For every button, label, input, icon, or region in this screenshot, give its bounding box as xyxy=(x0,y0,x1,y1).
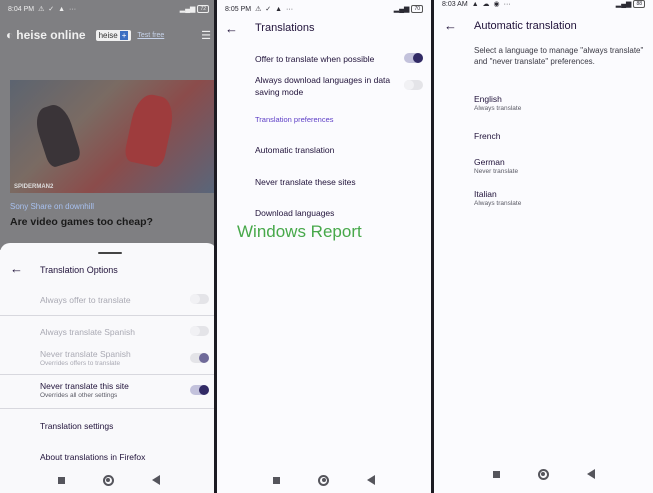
notification-icons: ⚠ ✓ ▲ xyxy=(38,6,67,13)
divider xyxy=(0,374,217,375)
download-languages-item[interactable]: Download languages xyxy=(255,208,334,218)
data-saving-toggle[interactable] xyxy=(404,80,423,90)
battery-icon: 72 xyxy=(197,5,209,13)
system-nav-bar xyxy=(434,461,653,487)
language-item-french[interactable]: French xyxy=(474,131,500,141)
home-button[interactable] xyxy=(102,474,114,486)
more-notifications-icon: ··· xyxy=(503,0,511,8)
article-image[interactable]: SPIDERMAN2 xyxy=(10,80,214,193)
page-title: Automatic translation xyxy=(474,20,577,32)
windows-report-watermark: Windows Report xyxy=(237,222,362,241)
divider xyxy=(0,315,217,316)
sheet-drag-handle[interactable] xyxy=(98,252,122,254)
offer-to-translate-setting[interactable]: Offer to translate when possible xyxy=(255,54,395,64)
notification-icons: ▲ ☁ ◉ xyxy=(471,1,501,8)
heise-logo-icon: ◐ xyxy=(6,28,14,42)
back-arrow-icon[interactable]: ← xyxy=(444,19,457,32)
figure-dark xyxy=(31,101,83,169)
menu-icon[interactable]: ☰ xyxy=(201,29,211,42)
article-kicker[interactable]: Sony Share on downhill xyxy=(10,202,94,211)
status-bar: 8:05 PM ⚠ ✓ ▲ ··· ▂▄▆ 70 xyxy=(217,0,431,18)
offer-to-translate-toggle[interactable] xyxy=(404,53,423,63)
home-button[interactable] xyxy=(537,468,549,480)
signal-icon: ▂▄▆ xyxy=(393,6,410,13)
battery-icon: 70 xyxy=(411,5,423,13)
never-translate-spanish-toggle[interactable] xyxy=(190,353,209,363)
never-translate-site-toggle[interactable] xyxy=(190,385,209,395)
back-arrow-icon[interactable]: ← xyxy=(225,22,238,35)
heise-plus-badge[interactable]: heise + xyxy=(95,29,132,41)
translation-options-sheet: ← Translation Options Always offer to tr… xyxy=(0,243,217,493)
firefox-translation-options-screen: 8:04 PM ⚠ ✓ ▲ ··· ▂▄▆ 72 ◐ heise online … xyxy=(0,0,217,493)
more-notifications-icon: ··· xyxy=(286,5,294,13)
section-header: Translation preferences xyxy=(255,115,334,124)
status-time: 8:05 PM xyxy=(225,5,252,13)
recents-button[interactable] xyxy=(273,476,280,484)
translations-settings-screen: 8:05 PM ⚠ ✓ ▲ ··· ▂▄▆ 70 ← Translations … xyxy=(217,0,431,493)
dimmed-webpage: 8:04 PM ⚠ ✓ ▲ ··· ▂▄▆ 72 ◐ heise online … xyxy=(0,0,217,250)
back-arrow-icon[interactable]: ← xyxy=(10,262,23,275)
figure-red xyxy=(123,91,177,169)
system-back-button[interactable] xyxy=(367,475,375,485)
description-text: Select a language to manage "always tran… xyxy=(474,46,644,66)
language-item-italian[interactable]: Italian Always translate xyxy=(474,189,521,207)
language-item-english[interactable]: English Always translate xyxy=(474,94,521,112)
always-offer-toggle[interactable] xyxy=(190,294,209,304)
automatic-translation-item[interactable]: Automatic translation xyxy=(255,145,334,155)
sheet-title: Translation Options xyxy=(40,265,118,275)
status-time: 8:03 AM xyxy=(442,0,468,8)
system-back-button[interactable] xyxy=(586,469,595,479)
article-headline[interactable]: Are video games too cheap? xyxy=(10,216,153,228)
language-item-german[interactable]: German Never translate xyxy=(474,157,518,175)
notification-icons: ⚠ ✓ ▲ xyxy=(255,6,284,13)
sheet-header: ← Translation Options xyxy=(0,262,217,277)
page-title: Translations xyxy=(255,22,315,34)
site-header: ◐ heise online heise + Test free ☰ xyxy=(0,22,217,48)
system-nav-bar xyxy=(0,467,217,493)
signal-icon: ▂▄▆ xyxy=(615,1,632,8)
system-back-button[interactable] xyxy=(151,475,160,485)
battery-icon: 88 xyxy=(633,0,645,8)
system-nav-bar xyxy=(217,467,431,493)
test-free-link[interactable]: Test free xyxy=(137,32,164,39)
recents-button[interactable] xyxy=(492,470,500,478)
status-time: 8:04 PM xyxy=(8,5,35,13)
data-saving-setting[interactable]: Always download languages in data saving… xyxy=(255,74,395,98)
automatic-translation-screen: 8:03 AM ▲ ☁ ◉ ··· ▂▄▆ 88 ← Automatic tra… xyxy=(434,0,653,493)
never-translate-sites-item[interactable]: Never translate these sites xyxy=(255,177,356,187)
status-bar: 8:04 PM ⚠ ✓ ▲ ··· ▂▄▆ 72 xyxy=(0,0,217,18)
translation-settings-link[interactable]: Translation settings xyxy=(40,421,217,431)
site-logo[interactable]: ◐ heise online xyxy=(6,28,86,42)
divider xyxy=(0,408,217,409)
home-button[interactable] xyxy=(318,474,329,486)
about-translations-link[interactable]: About translations in Firefox xyxy=(40,452,217,462)
signal-icon: ▂▄▆ xyxy=(179,6,196,13)
more-notifications-icon: ··· xyxy=(69,5,77,13)
status-bar: 8:03 AM ▲ ☁ ◉ ··· ▂▄▆ 88 xyxy=(434,0,653,13)
image-watermark: SPIDERMAN2 xyxy=(14,184,54,190)
recents-button[interactable] xyxy=(57,476,65,484)
always-translate-spanish-toggle[interactable] xyxy=(190,326,209,336)
